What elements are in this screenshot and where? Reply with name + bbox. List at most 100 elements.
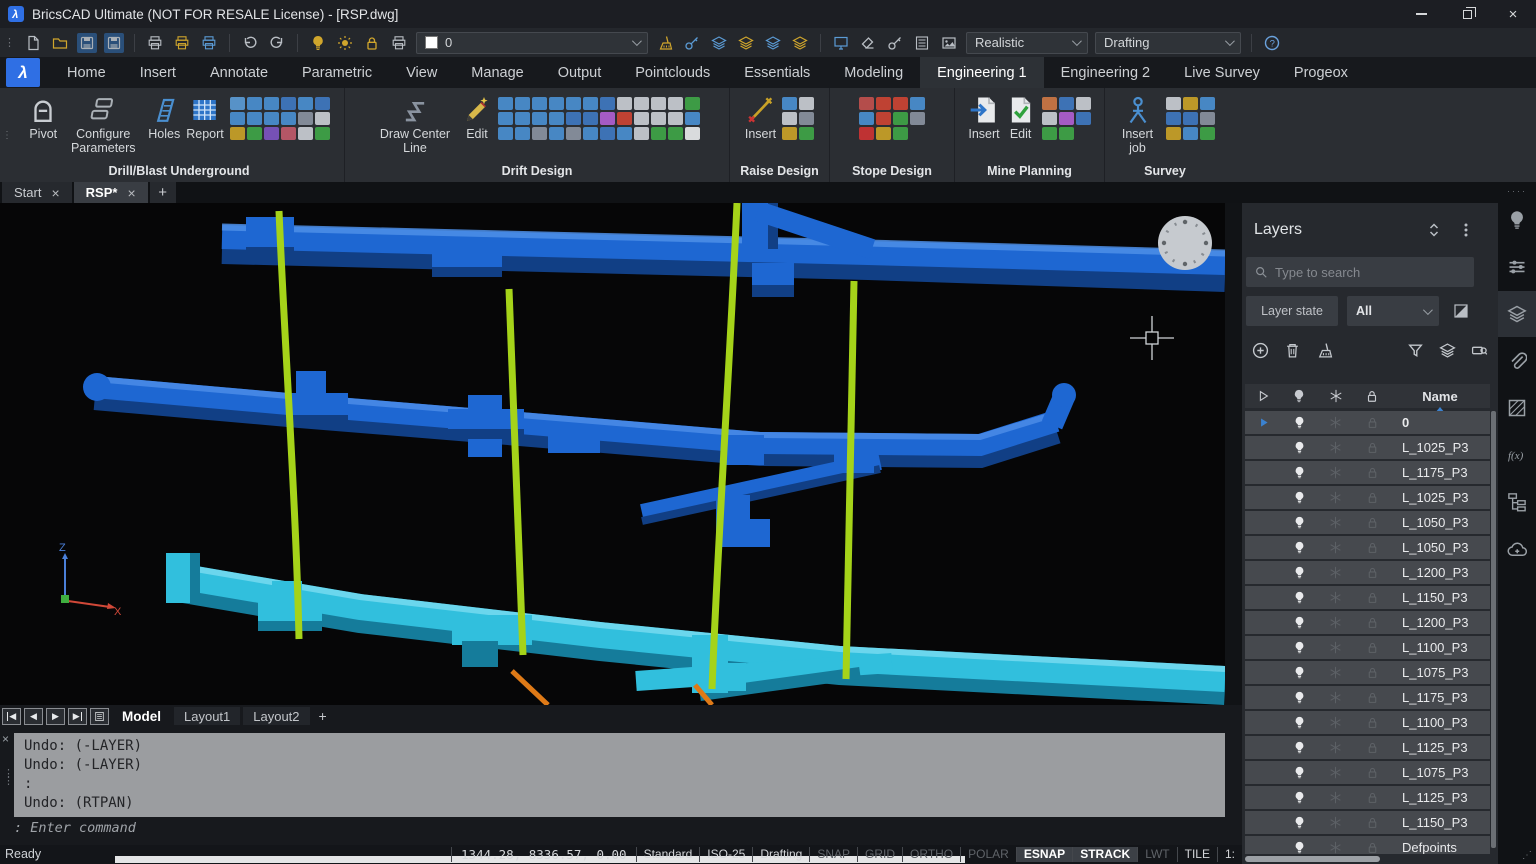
layer-row[interactable]: L_1150_P3: [1245, 811, 1490, 834]
layer-on-toggle[interactable]: [1281, 766, 1317, 779]
ribbon-tool-icon[interactable]: [1042, 112, 1057, 125]
layer-freeze-toggle[interactable]: [1317, 516, 1354, 529]
close-tab-icon[interactable]: ×: [127, 185, 135, 201]
tab-list-button[interactable]: [90, 708, 109, 725]
layer-lock-toggle[interactable]: [1354, 516, 1390, 529]
layer-freeze-toggle[interactable]: [1317, 441, 1354, 454]
ribbon-tool-icon[interactable]: [566, 97, 581, 110]
ribbon-tool-icon[interactable]: [1059, 97, 1074, 110]
close-tab-icon[interactable]: ×: [51, 185, 59, 201]
layer-on-toggle[interactable]: [1281, 441, 1317, 454]
layer-on-toggle[interactable]: [1281, 616, 1317, 629]
current-column-icon[interactable]: [1245, 389, 1281, 403]
layer-tool-1[interactable]: [709, 33, 729, 53]
ribbon-tab[interactable]: Live Survey: [1167, 57, 1277, 88]
insert-job-button[interactable]: Insert job: [1116, 93, 1160, 155]
delete-layer-button[interactable]: [1284, 342, 1301, 359]
help-button[interactable]: [1262, 33, 1282, 53]
ribbon-tool-icon[interactable]: [600, 97, 615, 110]
ribbon-tool-icon[interactable]: [1183, 97, 1198, 110]
ribbon-tab[interactable]: Parametric: [285, 57, 389, 88]
layer-lock-toggle[interactable]: [1354, 541, 1390, 554]
layer-row[interactable]: L_1200_P3: [1245, 561, 1490, 584]
layer-row[interactable]: L_1125_P3: [1245, 786, 1490, 809]
ribbon-tool-icon[interactable]: [1059, 127, 1074, 140]
status-toggle[interactable]: ORTHO: [902, 847, 960, 862]
toolbar-grip[interactable]: ⋮: [4, 36, 16, 49]
ribbon-tool-icon[interactable]: [634, 112, 649, 125]
ribbon-tool-icon[interactable]: [1183, 112, 1198, 125]
drawing-viewport[interactable]: Z X: [0, 203, 1242, 705]
print-button[interactable]: [145, 33, 165, 53]
vertical-scrollbar[interactable]: [1491, 411, 1496, 848]
ribbon-tool-icon[interactable]: [566, 127, 581, 140]
ribbon-tool-icon[interactable]: [264, 112, 279, 125]
layer-row[interactable]: L_1175_P3: [1245, 686, 1490, 709]
layer-row[interactable]: L_1075_P3: [1245, 661, 1490, 684]
ribbon-tool-icon[interactable]: [281, 97, 296, 110]
fields-icon[interactable]: [1498, 445, 1536, 465]
layer-on-toggle[interactable]: [1281, 791, 1317, 804]
layer-on-toggle[interactable]: [1281, 466, 1317, 479]
layer-on-toggle[interactable]: [1281, 541, 1317, 554]
ribbon-tool-icon[interactable]: [685, 127, 700, 140]
undo-button[interactable]: [240, 33, 260, 53]
layer-lock-toggle[interactable]: [1354, 641, 1390, 654]
status-toggle[interactable]: GRID: [857, 847, 902, 862]
ribbon-tool-icon[interactable]: [315, 97, 330, 110]
layer-row[interactable]: L_1050_P3: [1245, 536, 1490, 559]
layer-row[interactable]: 0: [1245, 411, 1490, 434]
ribbon-tab[interactable]: Output: [541, 57, 619, 88]
mine-insert-button[interactable]: Insert: [968, 93, 999, 141]
ribbon-tool-icon[interactable]: [910, 127, 925, 140]
print-preview-button[interactable]: [172, 33, 192, 53]
status-toggle[interactable]: 1:: [1217, 847, 1242, 862]
ribbon-tool-icon[interactable]: [910, 97, 925, 110]
layer-tool-3[interactable]: [763, 33, 783, 53]
model-tab[interactable]: Model: [112, 707, 171, 725]
attachments-icon[interactable]: [1498, 351, 1536, 371]
layer-lock-toggle[interactable]: [1354, 566, 1390, 579]
layer-tool-2[interactable]: [736, 33, 756, 53]
ribbon-tool-icon[interactable]: [876, 97, 891, 110]
minimize-button[interactable]: [1398, 0, 1444, 28]
layer-search-box[interactable]: [1246, 257, 1474, 287]
status-toggle[interactable]: ISO-25: [699, 847, 752, 862]
next-tab-button[interactable]: ▶: [46, 708, 65, 725]
save-as-button[interactable]: [104, 33, 124, 53]
ribbon-tool-icon[interactable]: [859, 97, 874, 110]
draw-center-line-button[interactable]: Draw Center Line: [374, 93, 456, 155]
layer-lock-toggle[interactable]: [1354, 666, 1390, 679]
layer-row[interactable]: L_1150_P3: [1245, 586, 1490, 609]
ribbon-tool-icon[interactable]: [651, 127, 666, 140]
ribbon-tool-icon[interactable]: [281, 127, 296, 140]
properties-icon[interactable]: [1498, 257, 1536, 277]
ribbon-tool-icon[interactable]: [1166, 97, 1181, 110]
new-document-tab-button[interactable]: +: [150, 182, 176, 203]
ribbon-tool-icon[interactable]: [315, 127, 330, 140]
layer-lock-toggle[interactable]: [1354, 791, 1390, 804]
layer-on-icon[interactable]: [308, 33, 328, 53]
ribbon-tool-icon[interactable]: [549, 127, 564, 140]
layer-lock-toggle[interactable]: [1354, 591, 1390, 604]
ribbon-tool-icon[interactable]: [281, 112, 296, 125]
layers-horizontal-scrollbar[interactable]: [1245, 856, 1380, 862]
open-file-button[interactable]: [50, 33, 70, 53]
ribbon-tool-icon[interactable]: [1042, 97, 1057, 110]
layer-row[interactable]: L_1100_P3: [1245, 636, 1490, 659]
ribbon-tool-icon[interactable]: [600, 127, 615, 140]
ribbon-tool-icon[interactable]: [1059, 112, 1074, 125]
ribbon-tool-icon[interactable]: [549, 97, 564, 110]
ribbon-tool-icon[interactable]: [668, 112, 683, 125]
layer-lock-toggle[interactable]: [1354, 741, 1390, 754]
layer-row[interactable]: L_1125_P3: [1245, 736, 1490, 759]
workspace-dropdown[interactable]: Drafting: [1095, 32, 1241, 54]
ribbon-tool-icon[interactable]: [532, 127, 547, 140]
ribbon-tool-icon[interactable]: [876, 112, 891, 125]
close-button[interactable]: ×: [1490, 0, 1536, 28]
ribbon-tool-icon[interactable]: [876, 127, 891, 140]
status-toggle[interactable]: SNAP: [809, 847, 857, 862]
edit-layer-button[interactable]: [682, 33, 702, 53]
layer-on-toggle[interactable]: [1281, 666, 1317, 679]
ribbon-tool-icon[interactable]: [583, 127, 598, 140]
